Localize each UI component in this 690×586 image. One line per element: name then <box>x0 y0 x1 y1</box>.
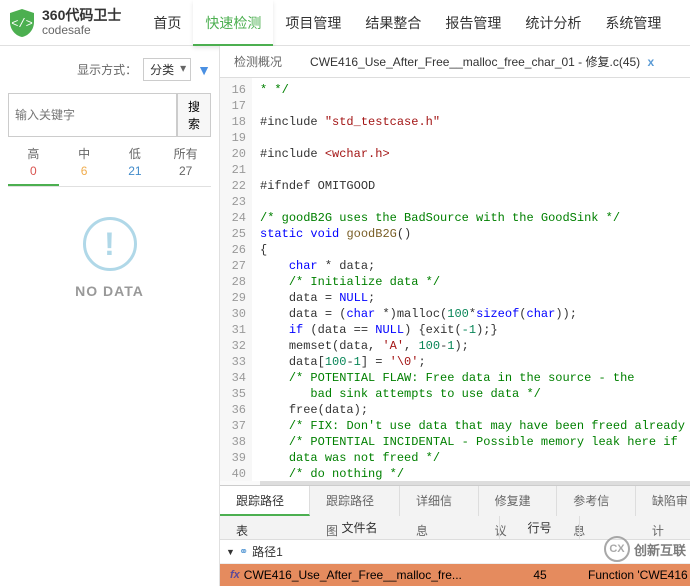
watermark-icon: CX <box>604 536 630 562</box>
expand-icon: ▼ <box>226 540 235 564</box>
logo: </> 360代码卫士 codesafe <box>8 8 121 38</box>
search-button[interactable]: 搜索 <box>177 93 211 137</box>
tab-trace-graph[interactable]: 跟踪路径图 <box>310 486 400 516</box>
tab-fix[interactable]: 修复建议 <box>479 486 558 516</box>
severity-mid[interactable]: 中 6 <box>59 137 110 186</box>
no-data-placeholder: ! NO DATA <box>8 187 211 329</box>
display-mode-label: 显示方式： <box>77 61 137 78</box>
search-input[interactable] <box>8 93 177 137</box>
nav-result[interactable]: 结果整合 <box>353 0 433 46</box>
display-mode-select[interactable]: 分类 <box>143 58 191 81</box>
main-content: 检测概况 CWE416_Use_After_Free__malloc_free_… <box>220 46 690 586</box>
logo-text-cn: 360代码卫士 <box>42 8 121 23</box>
line-gutter: 16 17 18 19 20 21 22 23 24 25 26 27 28 2… <box>220 78 252 481</box>
tab-reference[interactable]: 参考信息 <box>557 486 636 516</box>
nav-home[interactable]: 首页 <box>141 0 193 46</box>
file-tabs: 检测概况 CWE416_Use_After_Free__malloc_free_… <box>220 46 690 78</box>
function-icon: fx <box>230 564 240 586</box>
watermark: CX 创新互联 <box>604 536 686 562</box>
nav-system[interactable]: 系统管理 <box>593 0 673 46</box>
tab-audit[interactable]: 缺陷审计 <box>636 486 690 516</box>
trace-row-selected[interactable]: fx CWE416_Use_After_Free__malloc_fre... … <box>220 564 690 586</box>
code-editor[interactable]: 16 17 18 19 20 21 22 23 24 25 26 27 28 2… <box>220 78 690 481</box>
logo-text-en: codesafe <box>42 24 121 37</box>
tab-detail[interactable]: 详细信息 <box>400 486 479 516</box>
tab-source-file[interactable]: CWE416_Use_After_Free__malloc_free_char_… <box>296 46 668 77</box>
nav-quick-detect[interactable]: 快速检测 <box>193 0 273 46</box>
path-icon: ⚭ <box>239 540 248 564</box>
tab-overview[interactable]: 检测概况 <box>220 46 296 77</box>
tab-trace-table[interactable]: 跟踪路径表 <box>220 486 310 516</box>
code-content: * */ #include "std_testcase.h" #include … <box>252 78 690 481</box>
severity-all[interactable]: 所有 27 <box>160 137 211 186</box>
nav-project[interactable]: 项目管理 <box>273 0 353 46</box>
severity-high[interactable]: 高 0 <box>8 137 59 186</box>
svg-text:</>: </> <box>11 17 33 31</box>
main-nav: 首页 快速检测 项目管理 结果整合 报告管理 统计分析 系统管理 <box>141 0 673 46</box>
nav-report[interactable]: 报告管理 <box>433 0 513 46</box>
app-header: </> 360代码卫士 codesafe 首页 快速检测 项目管理 结果整合 报… <box>0 0 690 46</box>
exclamation-icon: ! <box>83 217 137 271</box>
filter-icon[interactable]: ▼ <box>197 62 211 78</box>
shield-icon: </> <box>8 8 36 38</box>
severity-low[interactable]: 低 21 <box>110 137 161 186</box>
close-icon[interactable]: x <box>648 55 655 69</box>
severity-tabs: 高 0 中 6 低 21 所有 27 <box>8 137 211 187</box>
nav-stats[interactable]: 统计分析 <box>513 0 593 46</box>
sidebar: 显示方式： 分类 ▼ 搜索 高 0 中 6 低 21 所有 27 <box>0 46 220 586</box>
